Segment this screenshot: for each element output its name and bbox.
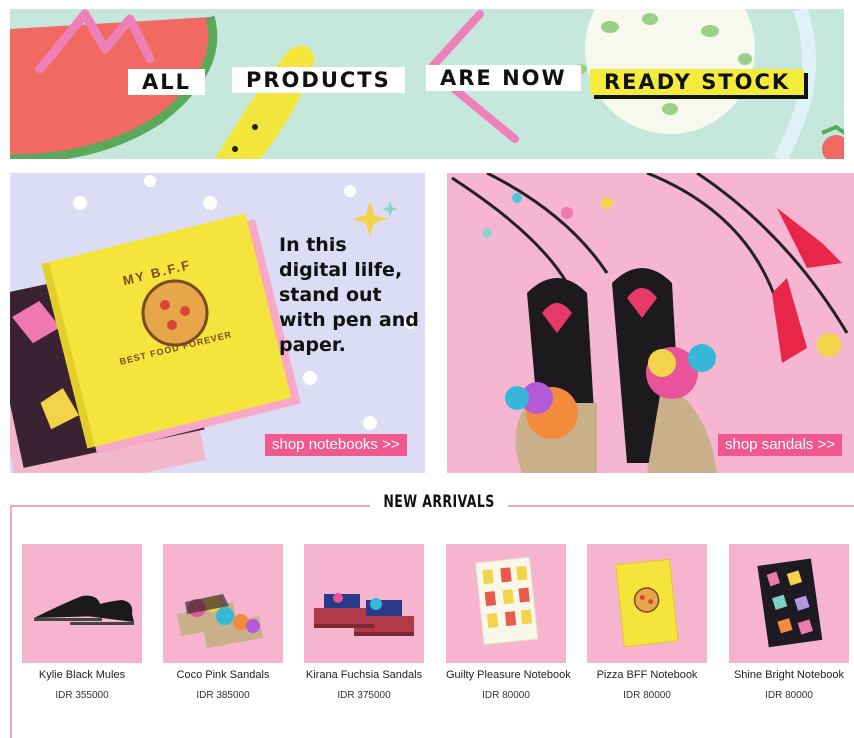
product-card[interactable]: Coco Pink Sandals IDR 385000 [163, 544, 304, 701]
product-image[interactable] [304, 544, 424, 663]
product-card[interactable]: Pizza BFF Notebook IDR 80000 [587, 544, 728, 701]
product-price: IDR 80000 [623, 690, 671, 701]
product-image[interactable] [22, 544, 142, 663]
product-name[interactable]: Coco Pink Sandals [163, 669, 283, 681]
promo-sandals[interactable]: shop sandals >> [447, 173, 854, 473]
product-price: IDR 80000 [765, 690, 813, 701]
hero-word-all: ALL [128, 69, 206, 95]
hero-word-are-now: ARE NOW [426, 65, 581, 91]
product-name[interactable]: Kylie Black Mules [22, 669, 142, 681]
product-image[interactable] [163, 544, 283, 663]
product-card[interactable]: Kylie Black Mules IDR 355000 [22, 544, 163, 701]
black-mules-icon [34, 595, 134, 625]
shop-sandals-button[interactable]: shop sandals >> [718, 434, 843, 456]
hero-word-ready-stock: READY STOCK [590, 69, 805, 95]
product-card[interactable]: Kirana Fuchsia Sandals IDR 375000 [304, 544, 445, 701]
hero-banner[interactable]: ALL PRODUCTS ARE NOW READY STOCK [10, 9, 844, 159]
product-card[interactable]: Shine Bright Notebook IDR 80000 [729, 544, 854, 701]
product-name[interactable]: Guilty Pleasure Notebook [446, 669, 571, 681]
product-image[interactable] [446, 544, 566, 663]
product-price: IDR 375000 [337, 690, 391, 701]
product-name[interactable]: Shine Bright Notebook [729, 669, 849, 681]
product-price: IDR 80000 [482, 690, 530, 701]
section-divider-left [12, 505, 370, 507]
product-price: IDR 355000 [55, 690, 109, 701]
promo-notebooks[interactable]: MY B.F.F BEST FOOD FOREVER In this digit… [10, 173, 425, 473]
product-price: IDR 385000 [196, 690, 250, 701]
product-name[interactable]: Pizza BFF Notebook [587, 669, 707, 681]
section-title: NEW ARRIVALS [382, 492, 496, 512]
promo-tagline: In this digital lilfe, stand out with pe… [279, 234, 419, 356]
product-image[interactable] [587, 544, 707, 663]
gem-notebook-icon [757, 558, 823, 648]
new-arrivals-section: NEW ARRIVALS Kylie Black Mules IDR 35500… [10, 492, 854, 738]
pink-sandals-icon [177, 594, 263, 648]
product-card[interactable]: Guilty Pleasure Notebook IDR 80000 [446, 544, 587, 701]
section-divider-right [508, 505, 854, 507]
fuchsia-sandals-icon [314, 593, 414, 636]
shop-notebooks-button[interactable]: shop notebooks >> [265, 434, 407, 456]
fries-notebook-icon [474, 556, 539, 646]
product-grid: Kylie Black Mules IDR 355000 Coco Pink S… [22, 544, 852, 738]
product-image[interactable] [729, 544, 849, 663]
hero-word-products: PRODUCTS [232, 67, 405, 93]
sandals-illustration [451, 173, 849, 473]
pizza-notebook-icon [615, 558, 679, 648]
product-name[interactable]: Kirana Fuchsia Sandals [304, 669, 424, 681]
